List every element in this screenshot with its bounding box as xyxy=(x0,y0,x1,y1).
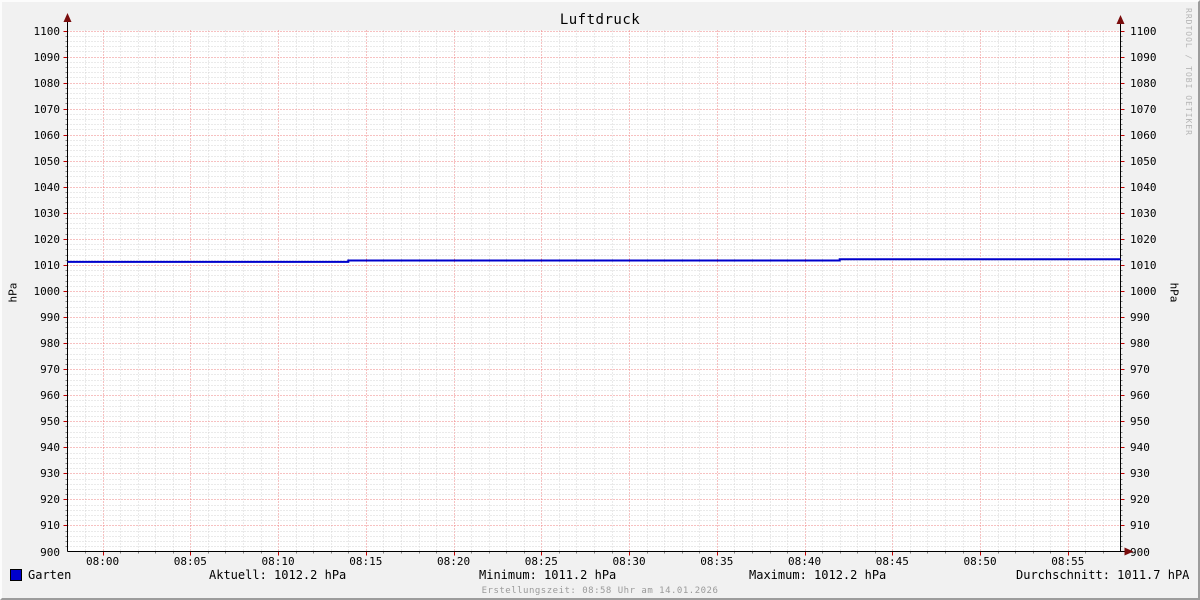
svg-text:08:40: 08:40 xyxy=(788,555,821,568)
svg-text:1090: 1090 xyxy=(1130,51,1157,64)
svg-text:1010: 1010 xyxy=(1130,259,1157,272)
svg-text:980: 980 xyxy=(40,337,60,350)
svg-text:940: 940 xyxy=(40,441,60,454)
svg-text:930: 930 xyxy=(1130,467,1150,480)
svg-text:950: 950 xyxy=(1130,415,1150,428)
svg-text:1080: 1080 xyxy=(1130,77,1157,90)
pressure-chart: 1100 1100 1090 1090 1080 1080 1070 1070 1060 1060… xyxy=(34,13,1157,568)
svg-text:900: 900 xyxy=(40,546,60,559)
svg-text:980: 980 xyxy=(1130,337,1150,350)
stat-current: Aktuell: 1012.2 hPa xyxy=(209,568,347,582)
svg-text:910: 910 xyxy=(1130,519,1150,532)
svg-text:930: 930 xyxy=(40,467,60,480)
svg-text:1050: 1050 xyxy=(1130,155,1157,168)
svg-text:08:25: 08:25 xyxy=(525,555,558,568)
stat-minimum: Minimum: 1011.2 hPa xyxy=(479,568,617,582)
svg-text:920: 920 xyxy=(1130,493,1150,506)
rrdtool-graph: Luftdruck 1100 1100 1090 1090 1080 1080 1070 10… xyxy=(0,0,1200,600)
svg-text:08:20: 08:20 xyxy=(437,555,470,568)
svg-text:1030: 1030 xyxy=(1130,207,1157,220)
svg-text:990: 990 xyxy=(40,311,60,324)
y-axis-label-right: hPa xyxy=(1167,282,1181,303)
svg-text:900: 900 xyxy=(1130,546,1150,559)
svg-text:1100: 1100 xyxy=(1130,25,1157,38)
svg-text:910: 910 xyxy=(40,519,60,532)
stat-maximum: Maximum: 1012.2 hPa xyxy=(749,568,887,582)
svg-text:08:55: 08:55 xyxy=(1051,555,1084,568)
svg-text:08:50: 08:50 xyxy=(964,555,997,568)
svg-text:1030: 1030 xyxy=(34,207,61,220)
svg-text:1080: 1080 xyxy=(34,77,61,90)
svg-text:1040: 1040 xyxy=(34,181,61,194)
svg-text:08:05: 08:05 xyxy=(174,555,207,568)
series-name: Garten xyxy=(28,568,72,582)
y-axis-label-left: hPa xyxy=(6,282,20,303)
svg-text:1010: 1010 xyxy=(34,259,61,272)
legend-row: Garten Aktuell: 1012.2 hPa Minimum: 1011… xyxy=(2,568,1198,584)
svg-text:920: 920 xyxy=(40,493,60,506)
svg-text:08:35: 08:35 xyxy=(700,555,733,568)
svg-text:1060: 1060 xyxy=(34,129,61,142)
svg-text:1060: 1060 xyxy=(1130,129,1157,142)
series-color-swatch xyxy=(10,569,22,581)
svg-text:960: 960 xyxy=(1130,389,1150,402)
svg-text:1050: 1050 xyxy=(34,155,61,168)
svg-text:08:10: 08:10 xyxy=(262,555,295,568)
svg-text:08:15: 08:15 xyxy=(349,555,382,568)
svg-text:08:00: 08:00 xyxy=(86,555,119,568)
svg-text:1090: 1090 xyxy=(34,51,61,64)
stat-average: Durchschnitt: 1011.7 hPA xyxy=(1016,568,1190,582)
svg-text:08:30: 08:30 xyxy=(613,555,646,568)
svg-text:1020: 1020 xyxy=(34,233,61,246)
rrdtool-watermark: RRDTOOL / TOBI OETIKER xyxy=(1184,8,1193,136)
svg-text:970: 970 xyxy=(40,363,60,376)
svg-text:1020: 1020 xyxy=(1130,233,1157,246)
svg-text:960: 960 xyxy=(40,389,60,402)
svg-text:1040: 1040 xyxy=(1130,181,1157,194)
y-axis-arrow-left xyxy=(63,13,72,22)
svg-text:08:45: 08:45 xyxy=(876,555,909,568)
y-axis-arrow-right xyxy=(1116,15,1125,24)
svg-text:1070: 1070 xyxy=(1130,103,1157,116)
svg-text:970: 970 xyxy=(1130,363,1150,376)
svg-text:940: 940 xyxy=(1130,441,1150,454)
svg-text:990: 990 xyxy=(1130,311,1150,324)
svg-text:1000: 1000 xyxy=(34,285,61,298)
svg-text:950: 950 xyxy=(40,415,60,428)
svg-text:1100: 1100 xyxy=(34,25,61,38)
creation-timestamp: Erstellungszeit: 08:58 Uhr am 14.01.2026 xyxy=(481,586,719,596)
svg-text:1070: 1070 xyxy=(34,103,61,116)
svg-text:1000: 1000 xyxy=(1130,285,1157,298)
